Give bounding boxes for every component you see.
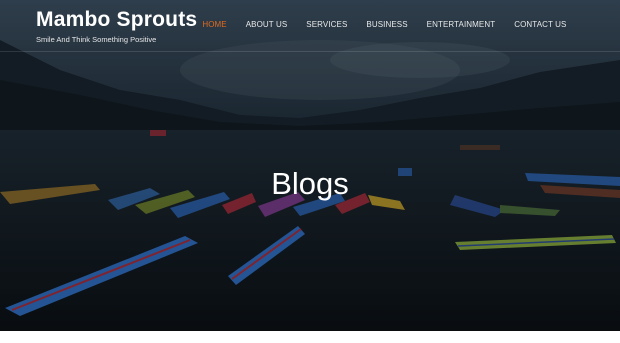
hero-banner: Mambo Sprouts Smile And Think Something … [0,0,620,331]
nav-item-business[interactable]: BUSINESS [357,20,417,29]
nav-item-contact-us[interactable]: CONTACT US [505,20,576,29]
nav-item-services[interactable]: SERVICES [297,20,357,29]
site-title[interactable]: Mambo Sprouts [36,8,197,32]
nav-item-about-us[interactable]: ABOUT US [236,20,297,29]
nav-item-home[interactable]: HOME [193,20,236,29]
nav-item-entertainment[interactable]: ENTERTAINMENT [417,20,505,29]
site-tagline: Smile And Think Something Positive [36,35,157,44]
page-content-area [0,331,620,343]
header-divider [0,51,620,52]
main-navigation: HOME ABOUT US SERVICES BUSINESS ENTERTAI… [193,20,576,29]
site-header: Mambo Sprouts Smile And Think Something … [0,0,620,52]
page-title: Blogs [271,165,349,201]
